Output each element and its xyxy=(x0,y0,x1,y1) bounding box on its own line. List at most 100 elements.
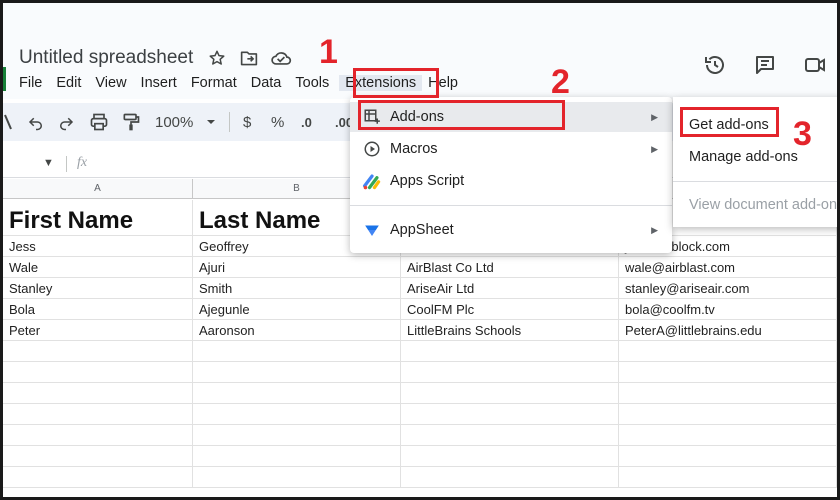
submenu-arrow-icon: ▶ xyxy=(651,111,658,122)
doc-title[interactable]: Untitled spreadsheet xyxy=(19,47,193,69)
cell[interactable] xyxy=(619,341,837,361)
annotation-step-1: 1 xyxy=(319,33,338,71)
title-icons xyxy=(206,47,292,69)
menu-edit[interactable]: Edit xyxy=(56,75,81,91)
table-row: Bola Ajegunle CoolFM Plc bola@coolfm.tv xyxy=(3,299,837,320)
cell[interactable] xyxy=(401,404,619,424)
cell[interactable] xyxy=(3,341,193,361)
cell[interactable]: Ajegunle xyxy=(193,299,401,319)
menu-view[interactable]: View xyxy=(95,75,126,91)
menu-item-apps-script[interactable]: Apps Script xyxy=(350,166,672,196)
manage-addons-menu-item[interactable]: Manage add-ons xyxy=(689,149,798,165)
cell[interactable] xyxy=(193,362,401,382)
annotation-box-extensions xyxy=(353,68,439,98)
macros-icon xyxy=(362,139,382,159)
cell[interactable] xyxy=(193,425,401,445)
currency-format-button[interactable]: $ xyxy=(243,111,251,133)
zoom-select[interactable]: 100% xyxy=(155,111,193,133)
meet-video-icon[interactable] xyxy=(803,53,827,77)
annotation-box-addons xyxy=(358,100,565,130)
sheets-logo-edge xyxy=(3,67,6,91)
cell[interactable] xyxy=(193,404,401,424)
cell[interactable]: stanley@ariseair.com xyxy=(619,278,837,298)
menu-format[interactable]: Format xyxy=(191,75,237,91)
cell[interactable]: PeterA@littlebrains.edu xyxy=(619,320,837,340)
table-row: Wale Ajuri AirBlast Co Ltd wale@airblast… xyxy=(3,257,837,278)
column-header-a[interactable]: A xyxy=(3,179,193,199)
cell[interactable] xyxy=(193,446,401,466)
cell[interactable]: First Name xyxy=(3,200,193,235)
cell[interactable] xyxy=(401,341,619,361)
cell[interactable] xyxy=(193,383,401,403)
empty-row xyxy=(3,467,837,488)
header-actions xyxy=(703,53,827,77)
paint-format-icon[interactable] xyxy=(121,111,141,133)
undo-icon[interactable] xyxy=(27,111,45,133)
view-document-addons-menu-item: View document add-ons xyxy=(689,197,837,213)
cell[interactable]: LittleBrains Schools xyxy=(401,320,619,340)
cell[interactable] xyxy=(3,383,193,403)
cell[interactable] xyxy=(401,446,619,466)
cell[interactable]: CoolFM Plc xyxy=(401,299,619,319)
cell[interactable]: Ajuri xyxy=(193,257,401,277)
menu-item-appsheet[interactable]: AppSheet ▶ xyxy=(350,215,672,245)
empty-row xyxy=(3,341,837,362)
menu-item-label: Macros xyxy=(390,141,438,157)
cell[interactable] xyxy=(3,467,193,487)
cell[interactable]: bola@coolfm.tv xyxy=(619,299,837,319)
cell[interactable] xyxy=(3,404,193,424)
cell[interactable]: Wale xyxy=(3,257,193,277)
name-box-dropdown-icon[interactable]: ▼ xyxy=(43,157,54,169)
cell[interactable] xyxy=(619,404,837,424)
menu-divider xyxy=(673,181,837,182)
cell[interactable]: Jess xyxy=(3,236,193,256)
menu-file[interactable]: File xyxy=(19,75,42,91)
menu-item-label: Apps Script xyxy=(390,173,465,189)
cell[interactable]: Aaronson xyxy=(193,320,401,340)
cell[interactable] xyxy=(619,425,837,445)
comments-icon[interactable] xyxy=(753,53,777,77)
redo-icon[interactable] xyxy=(57,111,75,133)
print-icon[interactable] xyxy=(89,111,109,133)
appsheet-icon xyxy=(362,220,382,240)
formula-divider xyxy=(66,156,67,172)
annotation-box-get-addons xyxy=(680,107,779,137)
history-icon[interactable] xyxy=(703,53,727,77)
decrease-decimal-button[interactable]: .0 xyxy=(301,111,312,133)
cell[interactable] xyxy=(3,362,193,382)
annotation-step-3: 3 xyxy=(793,115,812,153)
cell[interactable] xyxy=(193,467,401,487)
cell[interactable] xyxy=(401,383,619,403)
cell[interactable]: AirBlast Co Ltd xyxy=(401,257,619,277)
empty-row xyxy=(3,446,837,467)
cell[interactable] xyxy=(619,446,837,466)
cell[interactable] xyxy=(619,383,837,403)
cell[interactable] xyxy=(3,425,193,445)
cell[interactable]: Smith xyxy=(193,278,401,298)
percent-format-button[interactable]: % xyxy=(271,111,284,133)
cell[interactable] xyxy=(401,425,619,445)
star-icon[interactable] xyxy=(206,47,228,69)
cell[interactable] xyxy=(619,467,837,487)
cell[interactable] xyxy=(401,467,619,487)
cell[interactable] xyxy=(619,362,837,382)
cloud-status-icon[interactable] xyxy=(270,47,292,69)
menu-insert[interactable]: Insert xyxy=(141,75,177,91)
cell[interactable] xyxy=(401,362,619,382)
cell[interactable] xyxy=(193,341,401,361)
fx-label: fx xyxy=(77,155,88,170)
chevron-down-icon[interactable] xyxy=(206,111,216,133)
menu-item-macros[interactable]: Macros ▶ xyxy=(350,134,672,164)
cell[interactable]: Peter xyxy=(3,320,193,340)
menu-data[interactable]: Data xyxy=(251,75,282,91)
move-folder-icon[interactable] xyxy=(238,47,260,69)
cell[interactable]: wale@airblast.com xyxy=(619,257,837,277)
cell[interactable]: AriseAir Ltd xyxy=(401,278,619,298)
submenu-arrow-icon: ▶ xyxy=(651,224,658,235)
menu-tools[interactable]: Tools xyxy=(295,75,329,91)
cell[interactable] xyxy=(3,446,193,466)
search-menus-icon[interactable] xyxy=(3,111,13,133)
table-row: Stanley Smith AriseAir Ltd stanley@arise… xyxy=(3,278,837,299)
cell[interactable]: Stanley xyxy=(3,278,193,298)
cell[interactable]: Bola xyxy=(3,299,193,319)
